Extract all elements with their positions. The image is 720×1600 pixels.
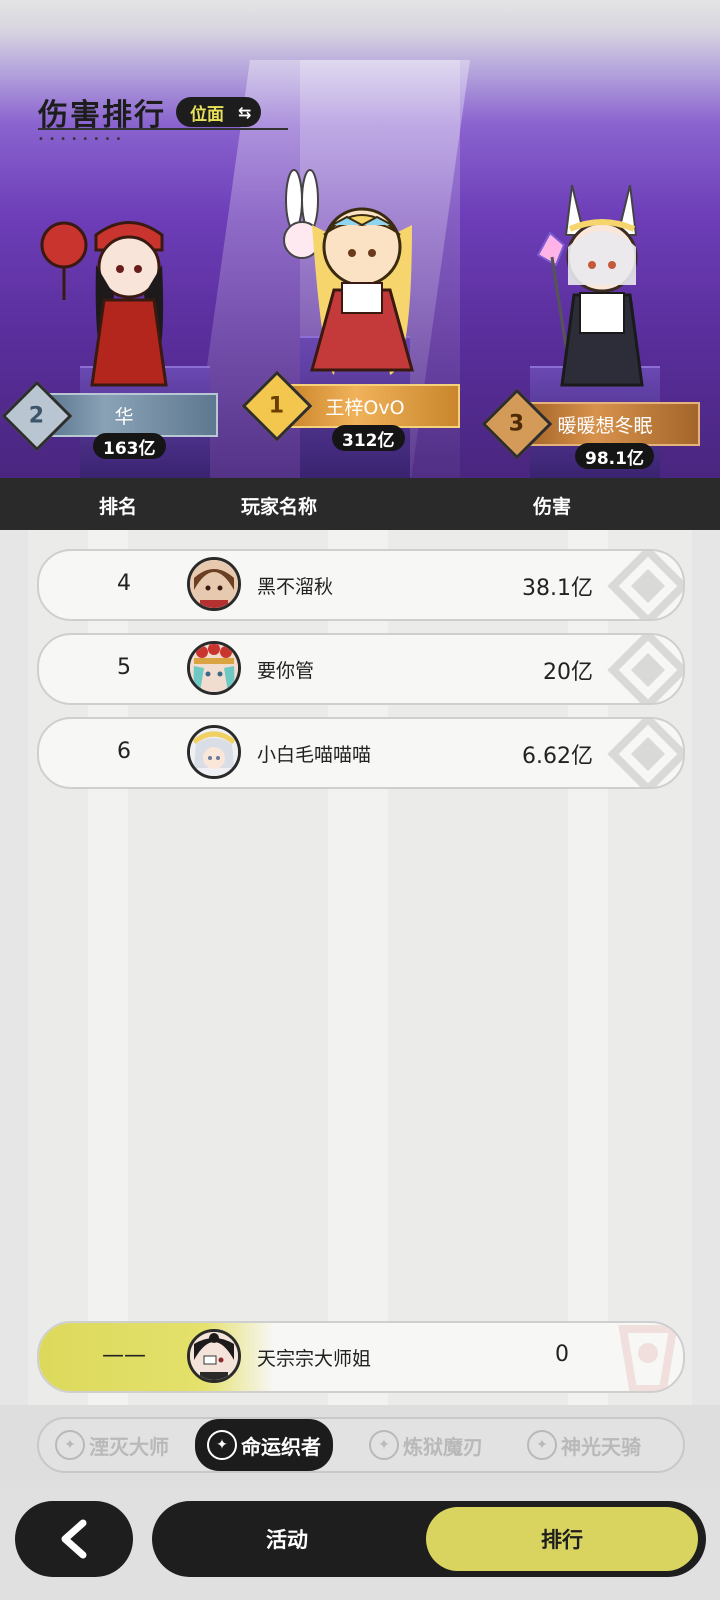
class-emblem-icon: ✦ bbox=[207, 1430, 237, 1460]
avatar bbox=[187, 641, 241, 695]
back-button[interactable] bbox=[15, 1501, 133, 1577]
row-rank: —— bbox=[102, 1343, 146, 1368]
table-row[interactable]: 5 要你管 20亿 bbox=[37, 633, 685, 705]
row-damage: 20亿 bbox=[543, 660, 593, 685]
swap-icon: ⇆ bbox=[238, 102, 252, 122]
row-player-name: 天宗宗大师姐 bbox=[257, 1348, 372, 1370]
tab-annihilation-master[interactable]: ✦ 湮灭大师 bbox=[55, 1421, 169, 1469]
row-rank: 4 bbox=[117, 571, 131, 596]
class-emblem-icon: ✦ bbox=[55, 1430, 85, 1460]
crest-watermark-icon bbox=[618, 1325, 678, 1391]
row-damage: 6.62亿 bbox=[522, 744, 593, 769]
activity-button[interactable]: 活动 bbox=[152, 1507, 422, 1571]
nav-segment: 活动 排行 bbox=[152, 1501, 706, 1577]
table-row[interactable]: 6 小白毛喵喵喵 6.62亿 bbox=[37, 717, 685, 789]
table-row[interactable]: 4 黑不溜秋 38.1亿 bbox=[37, 549, 685, 621]
podium-rank-3-score: 98.1亿 bbox=[575, 443, 654, 469]
rank-1-character[interactable] bbox=[262, 165, 432, 380]
row-damage: 0 bbox=[555, 1342, 569, 1367]
row-damage: 38.1亿 bbox=[522, 576, 593, 601]
avatar bbox=[187, 557, 241, 611]
view-toggle-label: 位面 bbox=[190, 104, 224, 125]
row-rank: 5 bbox=[117, 655, 131, 680]
title-dots: • • • • • • • • bbox=[38, 134, 123, 145]
column-damage-header: 伤害 bbox=[533, 496, 572, 518]
chevron-left-icon bbox=[61, 1519, 87, 1559]
view-toggle-button[interactable]: 位面 ⇆ bbox=[176, 97, 262, 127]
table-header: 排名 玩家名称 伤害 bbox=[0, 478, 720, 530]
class-tabs-bar: ✦ 湮灭大师 ✦ 命运织者 ✦ 炼狱魔刃 ✦ 神光天骑 bbox=[0, 1405, 720, 1487]
crest-watermark-icon bbox=[607, 635, 683, 703]
class-tabs: ✦ 湮灭大师 ✦ 命运织者 ✦ 炼狱魔刃 ✦ 神光天骑 bbox=[37, 1417, 685, 1473]
podium-rank-2-score: 163亿 bbox=[93, 433, 166, 459]
title-underline bbox=[38, 128, 288, 130]
row-player-name: 小白毛喵喵喵 bbox=[257, 744, 372, 766]
avatar bbox=[187, 725, 241, 779]
podium-banner: 伤害排行 位面 ⇆ • • • • • • • • 华 2 163亿 王梓OvO… bbox=[0, 0, 720, 478]
avatar bbox=[187, 1329, 241, 1383]
class-emblem-icon: ✦ bbox=[527, 1430, 557, 1460]
class-emblem-icon: ✦ bbox=[369, 1430, 399, 1460]
bottom-nav: 活动 排行 bbox=[0, 1487, 720, 1600]
crest-watermark-icon bbox=[607, 719, 683, 787]
row-player-name: 黑不溜秋 bbox=[257, 576, 334, 598]
column-rank-header: 排名 bbox=[99, 496, 138, 518]
rank-3-character[interactable] bbox=[512, 185, 662, 395]
column-player-header: 玩家名称 bbox=[241, 496, 318, 518]
podium-rank-3-name: 暖暖想冬眠 bbox=[557, 414, 653, 437]
tab-fate-weaver[interactable]: ✦ 命运织者 bbox=[195, 1419, 333, 1471]
tab-divine-knight[interactable]: ✦ 神光天骑 bbox=[527, 1421, 641, 1469]
rank-2-character[interactable] bbox=[34, 205, 184, 395]
tab-inferno-blade[interactable]: ✦ 炼狱魔刃 bbox=[369, 1421, 483, 1469]
podium-rank-1-score: 312亿 bbox=[332, 425, 405, 451]
podium-rank-1-name: 王梓OvO bbox=[325, 396, 405, 419]
crest-watermark-icon bbox=[607, 551, 683, 619]
row-rank: 6 bbox=[117, 739, 131, 764]
ranking-button[interactable]: 排行 bbox=[426, 1507, 698, 1571]
my-rank-row[interactable]: —— 天宗宗大师姐 0 bbox=[37, 1321, 685, 1393]
podium-rank-2-name: 华 bbox=[114, 405, 134, 428]
row-player-name: 要你管 bbox=[257, 660, 315, 682]
